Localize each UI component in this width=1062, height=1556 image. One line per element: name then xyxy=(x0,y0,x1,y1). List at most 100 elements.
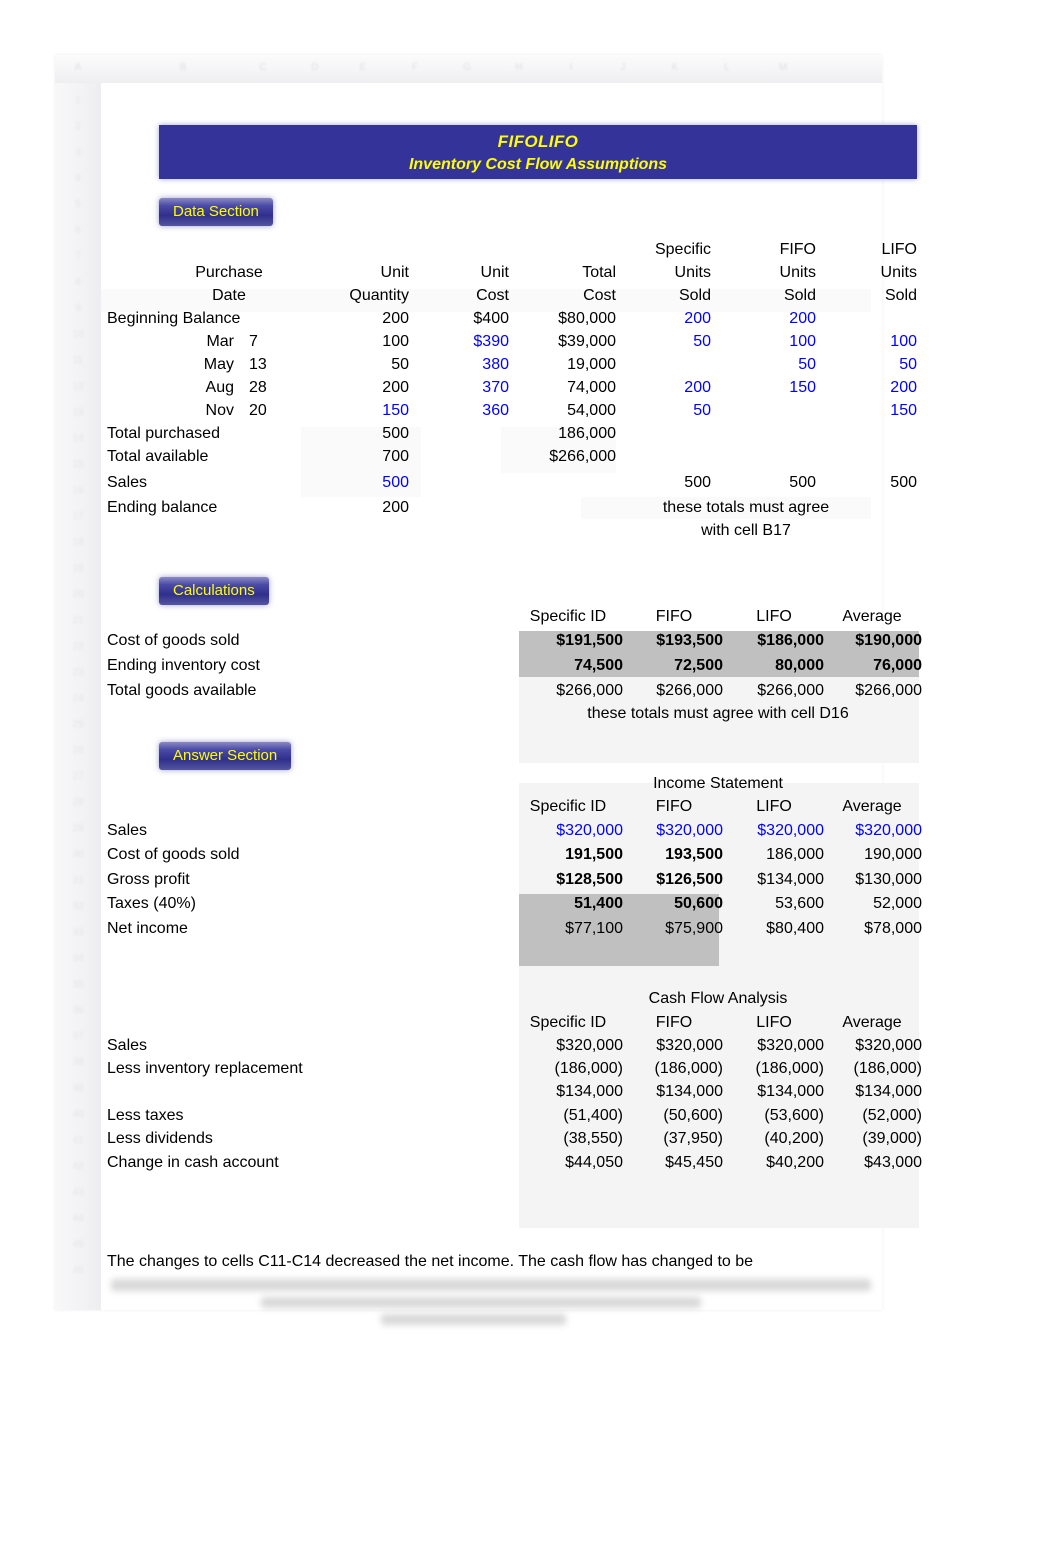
column-header-l[interactable]: L xyxy=(699,59,755,77)
row-header-20[interactable]: 20 xyxy=(55,589,101,600)
table-cell-total-cost[interactable]: 54,000 xyxy=(509,402,616,420)
table-cell-unit-cost[interactable]: 360 xyxy=(409,402,509,420)
row-header-35[interactable]: 35 xyxy=(55,979,101,990)
table-cell-specific-sold[interactable]: 50 xyxy=(611,402,711,420)
row-header-32[interactable]: 32 xyxy=(55,901,101,912)
column-header-b[interactable]: B xyxy=(155,59,211,77)
column-header-i[interactable]: I xyxy=(543,59,599,77)
row-header-40[interactable]: 40 xyxy=(55,1109,101,1120)
row-header-12[interactable]: 12 xyxy=(55,381,101,392)
row-header-18[interactable]: 18 xyxy=(55,537,101,548)
column-header-m[interactable]: M xyxy=(755,59,811,77)
table-cell-specific-sold[interactable]: 200 xyxy=(611,379,711,397)
row-header-14[interactable]: 14 xyxy=(55,433,101,444)
table-cell-total-cost[interactable]: $39,000 xyxy=(509,333,616,351)
table-cell-month[interactable]: Aug xyxy=(139,379,234,397)
column-header-e[interactable]: E xyxy=(335,59,391,77)
row-header-13[interactable]: 13 xyxy=(55,407,101,418)
row-header-42[interactable]: 42 xyxy=(55,1161,101,1172)
row-header-4[interactable]: 4 xyxy=(55,173,101,184)
row-header-46[interactable]: 46 xyxy=(55,1265,101,1276)
table-cell-fifo-sold[interactable]: 50 xyxy=(716,356,816,374)
row-header-9[interactable]: 9 xyxy=(55,303,101,314)
table-cell-lifo-sold[interactable]: 100 xyxy=(817,333,917,351)
table-cell-unit-cost[interactable]: 370 xyxy=(409,379,509,397)
row-header-34[interactable]: 34 xyxy=(55,953,101,964)
column-header-a[interactable]: A xyxy=(55,59,101,77)
row-header-3[interactable]: 3 xyxy=(55,147,101,158)
header-quantity: Quantity xyxy=(349,287,409,304)
row-header-7[interactable]: 7 xyxy=(55,251,101,262)
table-cell-qty[interactable]: 200 xyxy=(309,379,409,397)
row-header-23[interactable]: 23 xyxy=(55,667,101,678)
table-cell-qty[interactable]: 150 xyxy=(309,402,409,420)
table-cell-qty[interactable]: 50 xyxy=(309,356,409,374)
column-header-k[interactable]: K xyxy=(647,59,703,77)
row-header-21[interactable]: 21 xyxy=(55,615,101,626)
table-cell-lifo-sold[interactable]: 200 xyxy=(817,379,917,397)
row-header-8[interactable]: 8 xyxy=(55,277,101,288)
table-cell-day[interactable]: 28 xyxy=(249,379,299,397)
row-header-strip[interactable]: 1 2 3 4 5 6 7 8 9 10 11 12 13 14 15 16 17 18 19 20 21 22 23 24 2… xyxy=(55,83,101,1310)
column-header-j[interactable]: J xyxy=(595,59,651,77)
table-row-label[interactable]: Beginning Balance xyxy=(107,310,337,328)
table-cell-specific-sold[interactable]: 50 xyxy=(611,333,711,351)
row-header-33[interactable]: 33 xyxy=(55,927,101,938)
row-header-17[interactable]: 17 xyxy=(55,511,101,522)
row-header-24[interactable]: 24 xyxy=(55,693,101,704)
table-cell-lifo-sold[interactable]: 50 xyxy=(817,356,917,374)
row-header-26[interactable]: 26 xyxy=(55,745,101,756)
column-header-strip[interactable]: A B C D E F G H I J K L M xyxy=(55,55,882,83)
column-header-g[interactable]: G xyxy=(439,59,495,77)
row-header-1[interactable]: 1 xyxy=(55,95,101,106)
table-cell-unit-cost[interactable]: 380 xyxy=(409,356,509,374)
row-header-27[interactable]: 27 xyxy=(55,771,101,782)
column-header-f[interactable]: F xyxy=(387,59,443,77)
row-header-19[interactable]: 19 xyxy=(55,563,101,574)
row-header-11[interactable]: 11 xyxy=(55,355,101,366)
row-header-44[interactable]: 44 xyxy=(55,1213,101,1224)
table-cell-qty[interactable]: 100 xyxy=(309,333,409,351)
row-header-30[interactable]: 30 xyxy=(55,849,101,860)
row-header-6[interactable]: 6 xyxy=(55,225,101,236)
table-cell-unit-cost[interactable]: $390 xyxy=(409,333,509,351)
row-header-31[interactable]: 31 xyxy=(55,875,101,886)
row-header-37[interactable]: 37 xyxy=(55,1031,101,1042)
row-header-2[interactable]: 2 xyxy=(55,121,101,132)
table-cell-total-cost[interactable]: 19,000 xyxy=(509,356,616,374)
table-cell-month[interactable]: May xyxy=(139,356,234,374)
table-cell-fifo-sold[interactable]: 100 xyxy=(716,333,816,351)
table-cell-total-cost[interactable]: $80,000 xyxy=(509,310,616,328)
column-header-c[interactable]: C xyxy=(235,59,291,77)
table-cell-day[interactable]: 13 xyxy=(249,356,299,374)
row-header-25[interactable]: 25 xyxy=(55,719,101,730)
row-header-10[interactable]: 10 xyxy=(55,329,101,340)
header-date: Date xyxy=(212,287,246,304)
table-cell-qty[interactable]: 200 xyxy=(309,310,409,328)
row-header-38[interactable]: 38 xyxy=(55,1057,101,1068)
row-header-45[interactable]: 45 xyxy=(55,1239,101,1250)
table-cell-day[interactable]: 7 xyxy=(249,333,299,351)
row-header-16[interactable]: 16 xyxy=(55,485,101,496)
table-cell-month[interactable]: Nov xyxy=(139,402,234,420)
table-cell-fifo-sold[interactable]: 200 xyxy=(716,310,816,328)
row-header-5[interactable]: 5 xyxy=(55,199,101,210)
column-header-h[interactable]: H xyxy=(491,59,547,77)
sales-qty[interactable]: 500 xyxy=(309,474,409,492)
row-header-39[interactable]: 39 xyxy=(55,1083,101,1094)
row-header-29[interactable]: 29 xyxy=(55,823,101,834)
calc-col-header-fifo: FIFO xyxy=(655,608,693,625)
row-header-36[interactable]: 36 xyxy=(55,1005,101,1016)
table-cell-specific-sold[interactable]: 200 xyxy=(611,310,711,328)
row-header-15[interactable]: 15 xyxy=(55,459,101,470)
row-header-22[interactable]: 22 xyxy=(55,641,101,652)
table-cell-lifo-sold[interactable]: 150 xyxy=(817,402,917,420)
table-cell-fifo-sold[interactable]: 150 xyxy=(716,379,816,397)
row-header-28[interactable]: 28 xyxy=(55,797,101,808)
table-cell-total-cost[interactable]: 74,000 xyxy=(509,379,616,397)
row-header-41[interactable]: 41 xyxy=(55,1135,101,1146)
row-header-43[interactable]: 43 xyxy=(55,1187,101,1198)
table-cell-unit-cost[interactable]: $400 xyxy=(409,310,509,328)
table-cell-day[interactable]: 20 xyxy=(249,402,299,420)
table-cell-month[interactable]: Mar xyxy=(139,333,234,351)
